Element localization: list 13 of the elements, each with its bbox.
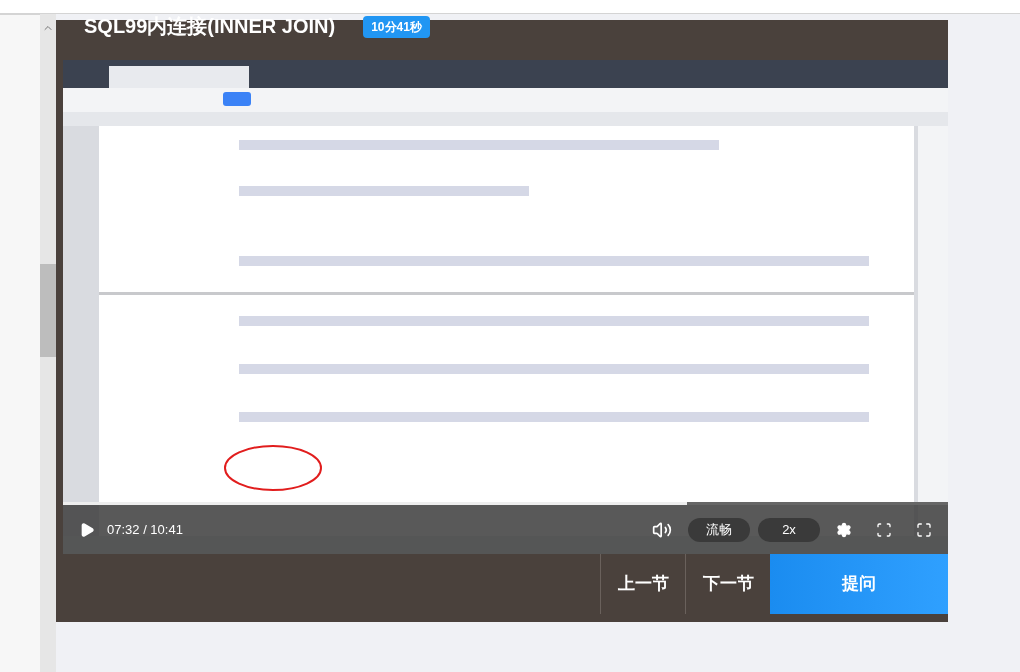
duration-badge: 10分41秒 — [363, 16, 430, 38]
lesson-title: SQL99内连接(INNER JOIN) — [84, 14, 336, 39]
play-button[interactable] — [79, 521, 95, 538]
lesson-nav-button[interactable]: 上一节 — [600, 554, 685, 614]
web-fullscreen-icon[interactable] — [876, 521, 892, 538]
volume-icon[interactable] — [652, 519, 672, 540]
quality-button[interactable]: 流畅 — [688, 517, 750, 542]
fullscreen-icon[interactable] — [916, 521, 932, 538]
speed-button[interactable]: 2x — [758, 517, 820, 542]
playback-time: 07:32 / 10:41 — [107, 520, 183, 539]
settings-icon[interactable] — [836, 521, 852, 538]
progress-track[interactable] — [63, 502, 948, 505]
scrollbar-thumb[interactable] — [40, 264, 56, 357]
